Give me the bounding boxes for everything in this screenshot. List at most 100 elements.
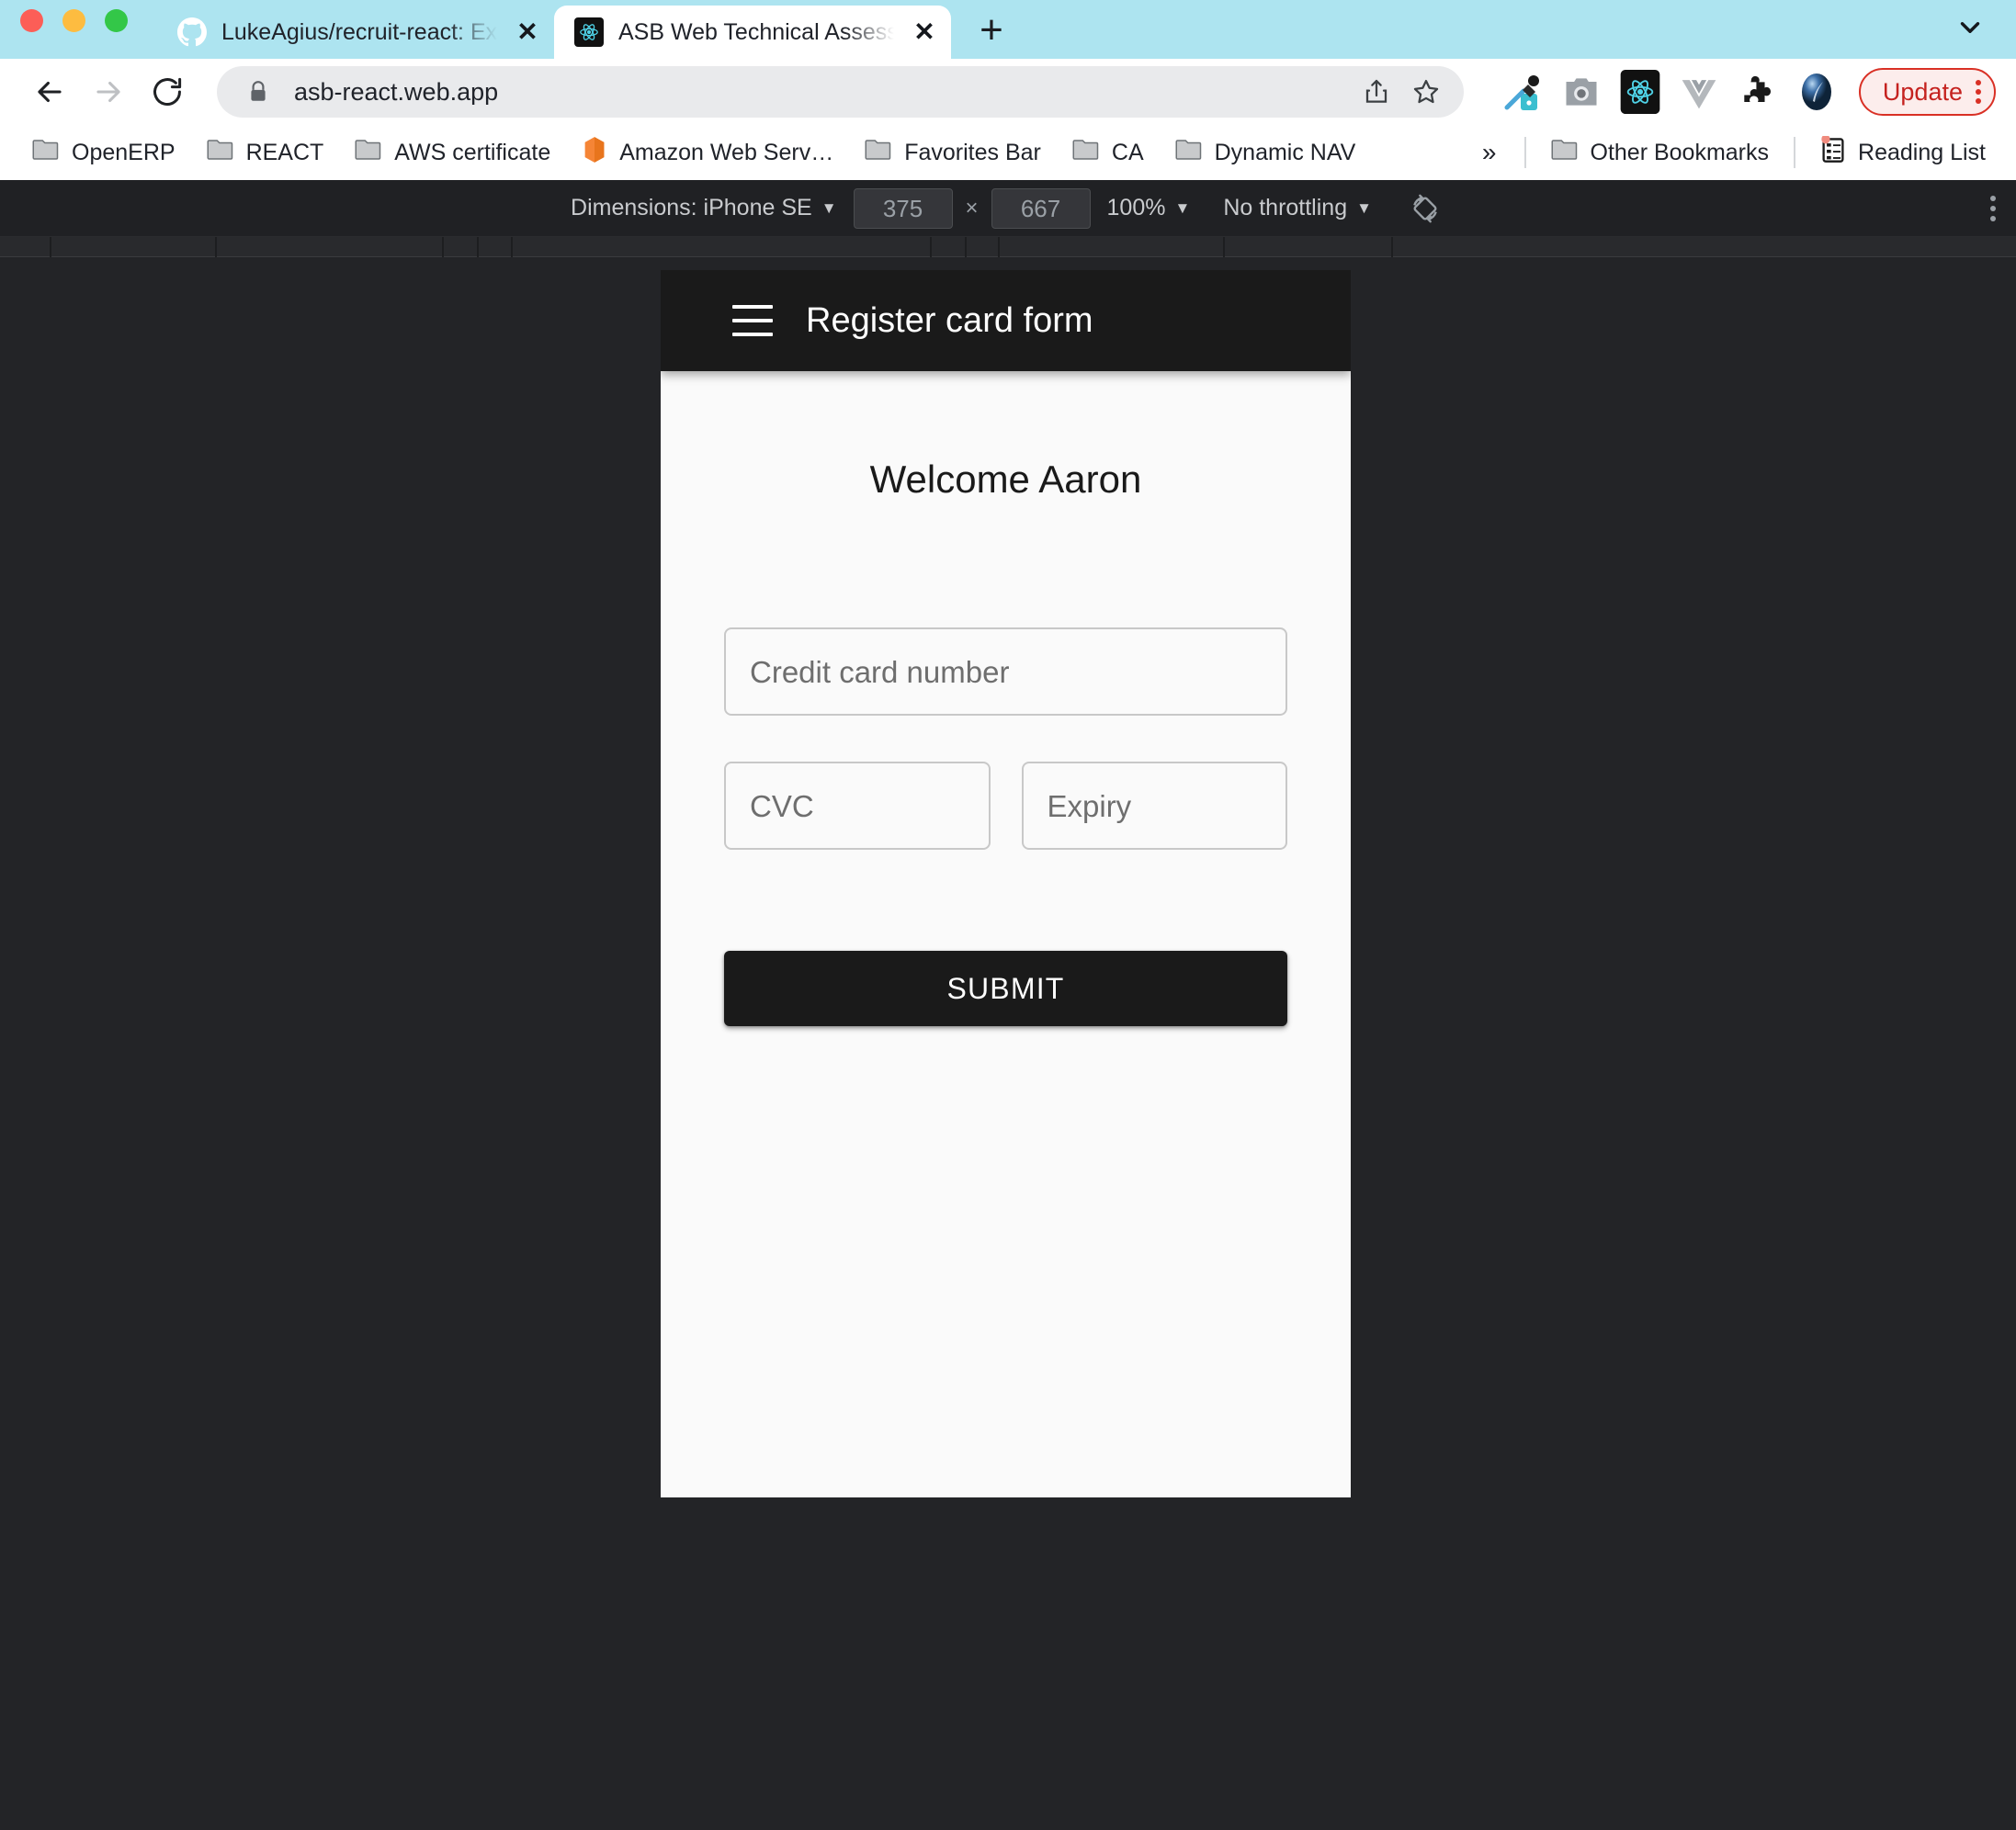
- devtools-more-options-button[interactable]: [1990, 195, 1996, 221]
- card-form: Credit card number CVC Expiry SUBMIT: [661, 627, 1351, 1026]
- tab-close-button[interactable]: ✕: [514, 18, 541, 46]
- browser-window: LukeAgius/recruit-react: Examp ✕ ASB Web…: [0, 0, 2016, 180]
- bookmark-ca[interactable]: CA: [1057, 130, 1160, 175]
- zoom-label: 100%: [1106, 195, 1166, 220]
- throttling-label: No throttling: [1223, 195, 1348, 220]
- dimension-separator: ×: [965, 195, 979, 220]
- camera-icon[interactable]: [1557, 68, 1605, 116]
- credit-card-number-input[interactable]: Credit card number: [724, 627, 1287, 716]
- aws-icon: [582, 136, 607, 170]
- lock-icon: [246, 80, 270, 104]
- input-placeholder: Credit card number: [750, 654, 1010, 689]
- folder-icon: [355, 138, 382, 168]
- folder-icon: [32, 138, 60, 168]
- bookmark-dynamic-nav[interactable]: Dynamic NAV: [1160, 130, 1372, 175]
- zoom-selector[interactable]: 100% ▼: [1091, 197, 1207, 220]
- hamburger-menu-icon[interactable]: [732, 305, 773, 336]
- address-bar[interactable]: asb-react.web.app: [217, 66, 1464, 118]
- chevron-down-icon: ▼: [1356, 199, 1372, 217]
- eyedropper-icon[interactable]: [1499, 68, 1546, 116]
- update-button[interactable]: Update: [1858, 68, 1996, 116]
- reading-list-button[interactable]: Reading List: [1805, 130, 2001, 175]
- chevron-down-icon: ▼: [1174, 199, 1191, 217]
- chevron-down-icon: ▼: [821, 199, 837, 217]
- browser-toolbar: asb-react.web.app Update: [0, 59, 2016, 125]
- devtools-stage: Register card form Welcome Aaron Credit …: [0, 257, 2016, 1757]
- app-bar: Register card form: [661, 270, 1351, 371]
- throttling-selector[interactable]: No throttling ▼: [1206, 197, 1388, 220]
- input-placeholder: CVC: [750, 788, 814, 823]
- viewport-height-input[interactable]: 667: [991, 187, 1091, 229]
- bookmark-react[interactable]: REACT: [191, 130, 340, 175]
- bookmark-aws-certificate[interactable]: AWS certificate: [339, 130, 566, 175]
- tab-list: LukeAgius/recruit-react: Examp ✕ ASB Web…: [157, 5, 1017, 59]
- extensions-group: [1499, 68, 1840, 116]
- bookmark-other-bookmarks[interactable]: Other Bookmarks: [1535, 130, 1785, 175]
- star-icon[interactable]: [1401, 67, 1451, 117]
- device-preset-label: Dimensions: iPhone SE: [571, 195, 812, 220]
- bookmark-label: REACT: [245, 139, 324, 165]
- vue-devtools-icon[interactable]: [1675, 68, 1723, 116]
- tab-title: LukeAgius/recruit-react: Examp: [221, 20, 497, 44]
- device-emulation-toolbar: Dimensions: iPhone SE ▼ 375 × 667 100% ▼…: [0, 180, 2016, 237]
- bookmark-label: CA: [1111, 139, 1144, 165]
- share-icon[interactable]: [1352, 67, 1401, 117]
- tab-github[interactable]: LukeAgius/recruit-react: Examp ✕: [157, 6, 554, 59]
- device-controls: Dimensions: iPhone SE ▼ 375 × 667 100% ▼…: [554, 187, 1462, 229]
- react-icon: [574, 17, 604, 47]
- rotate-device-icon[interactable]: [1388, 192, 1462, 225]
- react-devtools-icon[interactable]: [1616, 68, 1664, 116]
- viewport-ruler: [0, 237, 2016, 257]
- reading-list-label: Reading List: [1858, 139, 1986, 165]
- forward-button[interactable]: [79, 62, 138, 121]
- url-text: asb-react.web.app: [294, 79, 499, 105]
- bookmark-label: Favorites Bar: [904, 139, 1041, 165]
- welcome-heading: Welcome Aaron: [869, 458, 1142, 501]
- puzzle-piece-icon[interactable]: [1734, 68, 1782, 116]
- kebab-menu-icon[interactable]: [1976, 80, 1981, 104]
- device-viewport: Register card form Welcome Aaron Credit …: [661, 270, 1351, 1497]
- divider: [1523, 137, 1526, 168]
- bookmark-amazon-web-services[interactable]: Amazon Web Serv…: [566, 130, 849, 175]
- folder-icon: [207, 138, 234, 168]
- page-content: Welcome Aaron Credit card number CVC Exp…: [661, 371, 1351, 1026]
- bookmark-openerp[interactable]: OpenERP: [17, 130, 191, 175]
- window-traffic-lights: [20, 0, 128, 59]
- cvc-input[interactable]: CVC: [724, 762, 991, 850]
- expiry-input[interactable]: Expiry: [1021, 762, 1287, 850]
- tab-title: ASB Web Technical Assessmen: [618, 20, 894, 44]
- minimize-window-button[interactable]: [62, 8, 85, 32]
- maximize-window-button[interactable]: [105, 8, 128, 32]
- close-window-button[interactable]: [20, 8, 43, 32]
- page-title: Register card form: [806, 301, 1093, 340]
- bookmark-label: OpenERP: [72, 139, 176, 165]
- folder-icon: [865, 138, 892, 168]
- chevron-down-icon[interactable]: [1952, 9, 1988, 46]
- update-label: Update: [1882, 77, 1963, 106]
- divider: [1794, 137, 1796, 168]
- reload-button[interactable]: [138, 62, 197, 121]
- reading-list-icon: [1820, 133, 1846, 170]
- cvc-expiry-row: CVC Expiry: [724, 762, 1287, 850]
- submit-button[interactable]: SUBMIT: [724, 951, 1287, 1026]
- device-preset-selector[interactable]: Dimensions: iPhone SE ▼: [554, 197, 853, 220]
- bookmark-label: Amazon Web Serv…: [619, 139, 834, 165]
- back-button[interactable]: [20, 62, 79, 121]
- bookmark-favorites-bar[interactable]: Favorites Bar: [849, 130, 1057, 175]
- folder-icon: [1175, 138, 1203, 168]
- viewport-width-input[interactable]: 375: [853, 187, 953, 229]
- folder-icon: [1551, 138, 1579, 168]
- bookmarks-overflow-button[interactable]: »: [1464, 130, 1515, 175]
- folder-icon: [1072, 138, 1100, 168]
- submit-button-label: SUBMIT: [946, 972, 1065, 1005]
- input-placeholder: Expiry: [1047, 788, 1132, 823]
- bookmarks-bar: OpenERP REACT AWS certificate Amazon Web…: [0, 125, 2016, 180]
- new-tab-button[interactable]: +: [966, 5, 1017, 56]
- profile-avatar-icon[interactable]: [1793, 68, 1840, 116]
- tab-close-button[interactable]: ✕: [911, 18, 938, 46]
- github-icon: [177, 17, 207, 47]
- tab-strip: LukeAgius/recruit-react: Examp ✕ ASB Web…: [0, 0, 2016, 59]
- bookmark-label: Other Bookmarks: [1590, 139, 1770, 165]
- tab-asb-assessment[interactable]: ASB Web Technical Assessmen ✕: [554, 6, 951, 59]
- bookmark-label: AWS certificate: [394, 139, 551, 165]
